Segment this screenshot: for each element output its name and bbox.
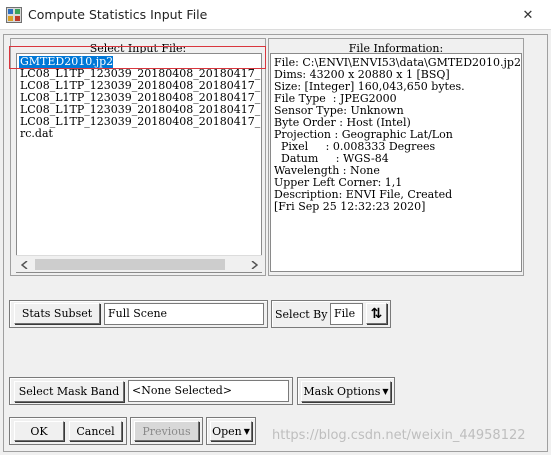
select-by-label: Select By xyxy=(275,308,328,321)
stats-subset-field: Full Scene xyxy=(104,303,264,325)
ok-button[interactable]: OK xyxy=(14,421,64,441)
stats-subset-button[interactable]: Stats Subset xyxy=(14,303,100,324)
info-line: [Fri Sep 25 12:32:23 2020] xyxy=(274,200,426,213)
file-list-hscrollbar[interactable] xyxy=(16,255,262,272)
open-button[interactable]: Open ▼ xyxy=(210,421,252,441)
close-icon[interactable]: ✕ xyxy=(505,0,551,30)
scroll-right-icon[interactable] xyxy=(245,256,262,273)
envi-app-icon xyxy=(6,7,22,23)
scrollbar-thumb[interactable] xyxy=(35,259,225,270)
scroll-left-icon[interactable] xyxy=(16,256,33,273)
dropdown-arrow-icon: ▼ xyxy=(243,426,250,436)
select-mask-band-button[interactable]: Select Mask Band xyxy=(14,381,124,402)
mask-options-label: Mask Options xyxy=(303,385,381,398)
watermark: https://blog.csdn.net/weixin_44958122 xyxy=(272,428,526,443)
mask-options-button[interactable]: Mask Options ▼ xyxy=(301,381,391,402)
select-by-field: File xyxy=(330,303,363,325)
mask-band-field: <None Selected> xyxy=(128,380,289,402)
file-info-box: File: C:\ENVI\ENVI53\data\GMTED2010.jp2 … xyxy=(270,53,522,272)
file-list-item[interactable]: LC08_L1TP_123039_20180408_20180417_01_T1 xyxy=(19,116,261,128)
cancel-button[interactable]: Cancel xyxy=(69,421,122,441)
window-title: Compute Statistics Input File xyxy=(28,7,208,22)
dropdown-arrow-icon: ▼ xyxy=(382,387,389,396)
file-list[interactable]: GMTED2010.jp2 LC08_L1TP_123039_20180408_… xyxy=(16,53,262,273)
close-glyph: ✕ xyxy=(522,7,534,23)
previous-button[interactable]: Previous xyxy=(134,421,199,441)
sort-toggle-button[interactable]: ⇅ xyxy=(366,303,387,324)
file-list-item[interactable]: rc.dat xyxy=(19,128,53,140)
open-label: Open xyxy=(212,424,242,438)
title-bar: Compute Statistics Input File ✕ xyxy=(0,0,551,30)
sort-arrows-icon: ⇅ xyxy=(370,305,383,322)
